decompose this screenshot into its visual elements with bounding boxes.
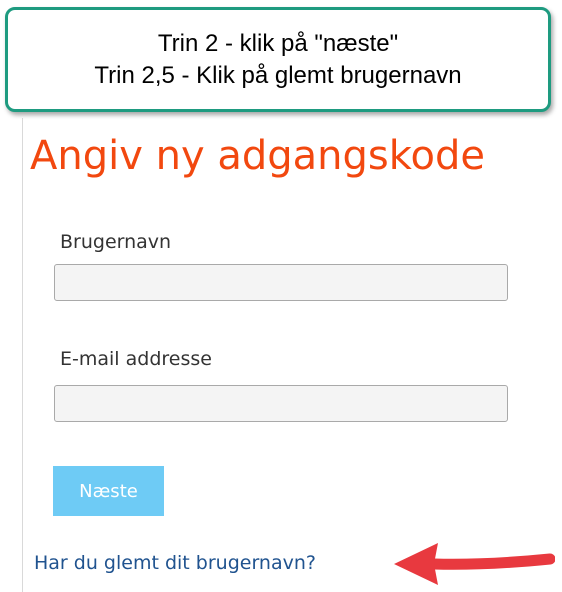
- content-left-border: [22, 118, 23, 592]
- page-title: Angiv ny adgangskode: [30, 133, 485, 179]
- instruction-callout: Trin 2 - klik på "næste" Trin 2,5 - Klik…: [5, 7, 551, 112]
- email-field[interactable]: [54, 385, 508, 422]
- red-arrow-left-icon: [394, 543, 555, 585]
- callout-line-1: Trin 2 - klik på "næste": [157, 29, 399, 57]
- next-button[interactable]: Næste: [53, 466, 164, 516]
- username-label: Brugernavn: [60, 231, 172, 253]
- email-label: E-mail addresse: [60, 348, 212, 370]
- callout-line-2: Trin 2,5 - Klik på glemt brugernavn: [94, 61, 462, 89]
- username-field[interactable]: [54, 264, 508, 301]
- forgot-username-link[interactable]: Har du glemt dit brugernavn?: [34, 552, 316, 574]
